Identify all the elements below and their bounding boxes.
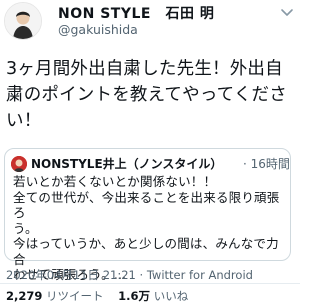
quoted-author-name: NONSTYLE井上（ノンスタイル） — [31, 157, 223, 171]
tweet-timestamp[interactable]: 2020年04月11日 21:21 — [6, 268, 136, 282]
tweet-line: い！ — [6, 111, 42, 131]
tweet-header: NON STYLE 石田 明 @gakuishida — [0, 0, 300, 58]
quoted-line: 今はっていうか、あと少しの間は、みんなで力合 — [13, 236, 279, 267]
tweet-line: 3ヶ月間外出自粛した先生！外出自 — [6, 59, 283, 79]
quoted-author-avatar — [11, 156, 27, 172]
tweet-line: 粛のポイントを教えてやってくださ — [6, 85, 287, 105]
divider — [0, 283, 300, 284]
quoted-timestamp: · 16時間 — [243, 157, 290, 171]
author-handle[interactable]: @gakuishida — [58, 22, 138, 37]
meta-separator: · — [135, 268, 147, 282]
retweet-label[interactable]: リツイート — [46, 289, 104, 303]
quoted-line: う。 — [13, 220, 38, 236]
tweet-stats: 2,279 リツイート 1.6万 いいね — [6, 288, 188, 304]
avatar-image — [5, 3, 41, 39]
tweet-client[interactable]: Twitter for Android — [147, 268, 253, 282]
chevron-down-icon[interactable] — [279, 4, 295, 20]
quoted-avatar-image — [11, 156, 27, 172]
quoted-line: 全ての世代が、今出来ることを出来る限り頑張ろ — [13, 189, 280, 221]
quoted-tweet[interactable]: NONSTYLE井上（ノンスタイル） · 16時間 若いとか若くないとか関係ない… — [4, 148, 291, 282]
like-label[interactable]: いいね — [154, 289, 189, 303]
tweet-meta: 2020年04月11日 21:21 · Twitter for Android — [6, 267, 253, 283]
author-name[interactable]: NON STYLE 石田 明 — [58, 3, 214, 23]
tweet-text: 3ヶ月間外出自粛した先生！外出自 粛のポイントを教えてやってくださ い！ — [6, 56, 296, 134]
retweet-count[interactable]: 2,279 — [6, 289, 42, 303]
quoted-line: 若いとか若くないとか関係ない！！ — [13, 174, 217, 189]
author-avatar[interactable] — [4, 2, 42, 40]
like-count[interactable]: 1.6万 — [118, 289, 150, 303]
